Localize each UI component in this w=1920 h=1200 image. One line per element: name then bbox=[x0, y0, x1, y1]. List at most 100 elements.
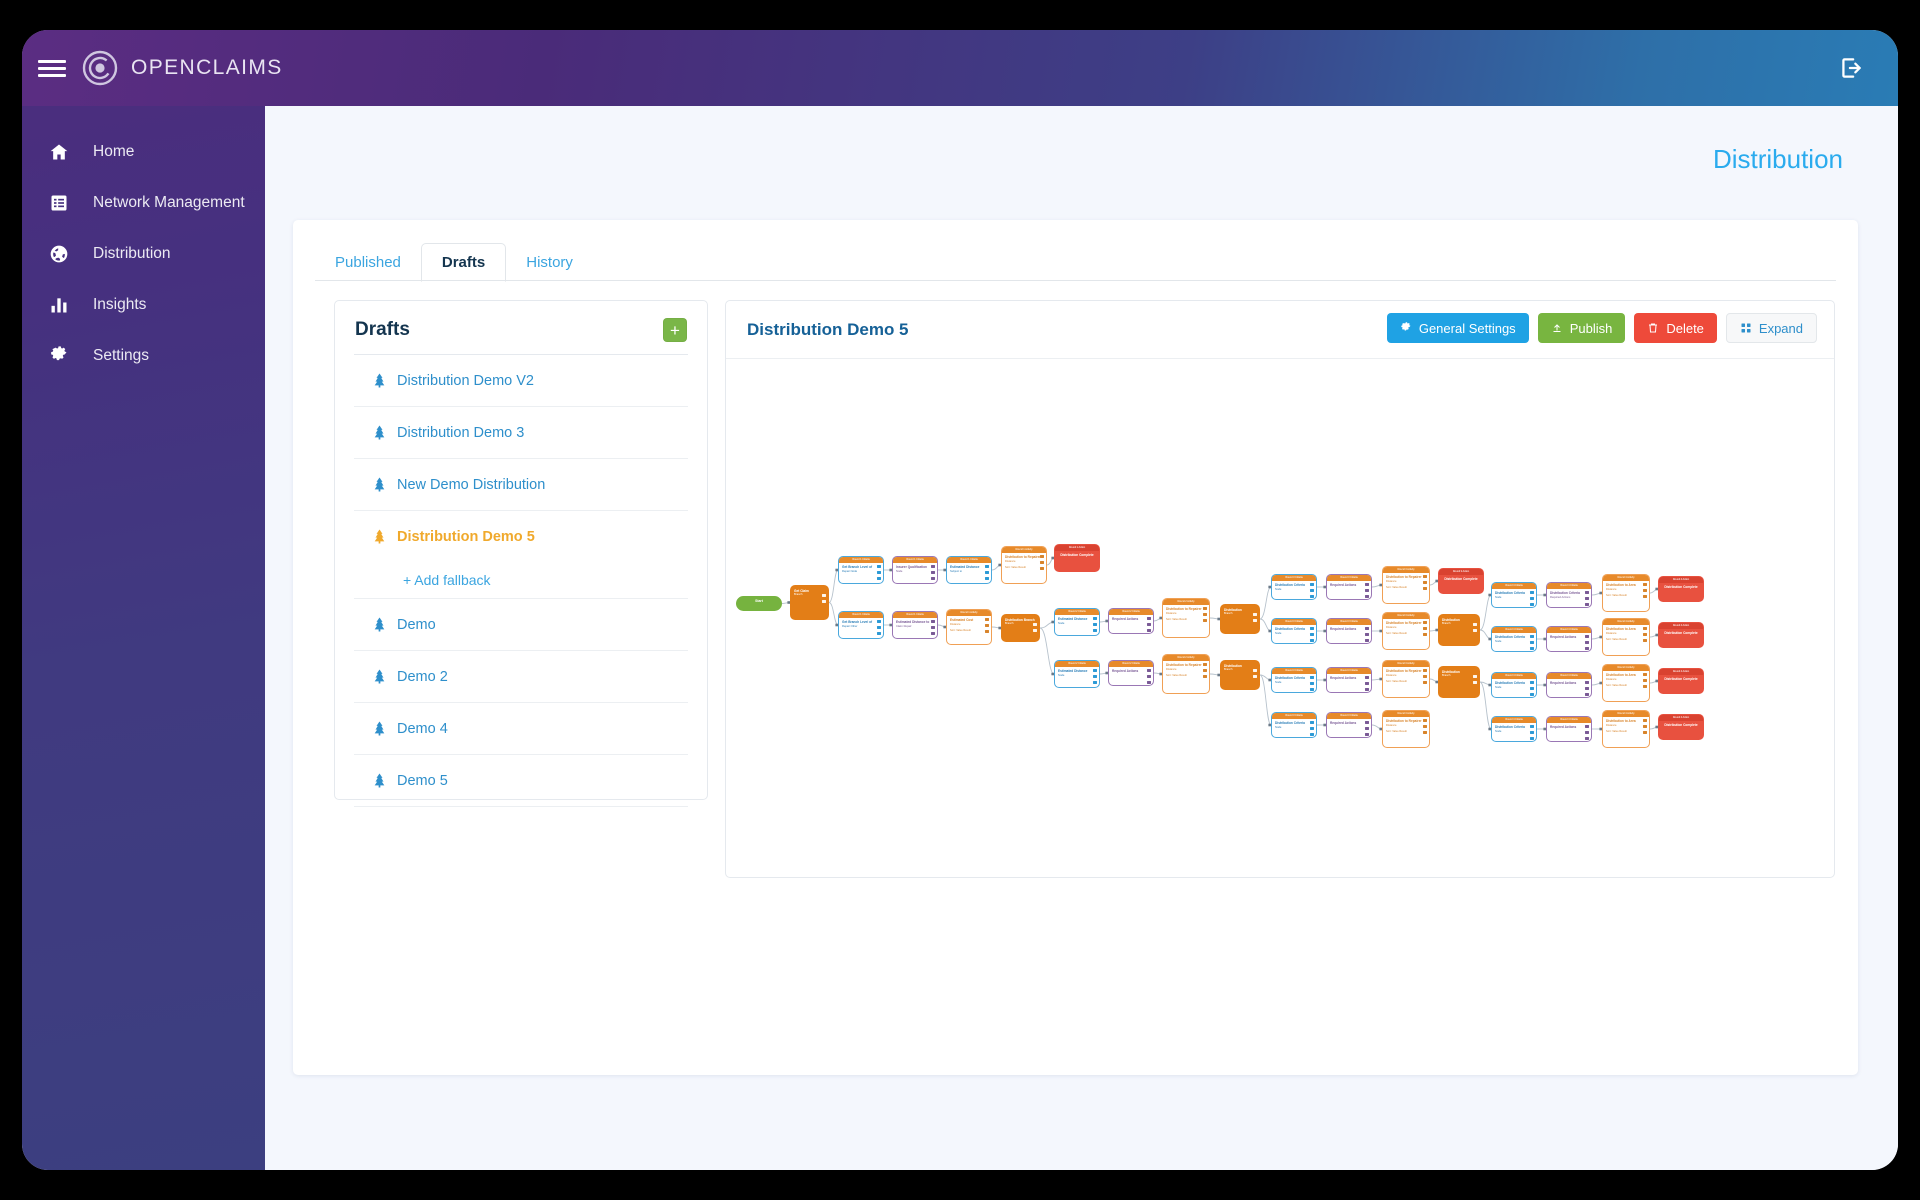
node-action-icon[interactable] bbox=[931, 570, 935, 575]
node-action-icon[interactable] bbox=[1530, 646, 1534, 651]
node-action-icon[interactable] bbox=[1585, 681, 1589, 685]
node-action-icon[interactable] bbox=[1147, 628, 1151, 633]
diagram-node[interactable]: Round 4 Criteria Required Actions bbox=[1546, 716, 1592, 742]
node-action-icons[interactable] bbox=[1040, 555, 1044, 571]
add-draft-button[interactable]: + bbox=[663, 318, 687, 342]
node-action-icons[interactable] bbox=[1530, 725, 1534, 741]
node-action-icon[interactable] bbox=[931, 576, 935, 581]
diagram-node[interactable]: Round 3 Criteria Required Actions bbox=[1326, 667, 1372, 693]
diagram-node[interactable]: Round 1 Criteria Estimated Distance Subjec… bbox=[946, 556, 992, 584]
node-action-icons[interactable] bbox=[1585, 635, 1589, 651]
node-action-icon[interactable] bbox=[1423, 580, 1427, 585]
node-action-icon[interactable] bbox=[1310, 594, 1314, 599]
tab-history[interactable]: History bbox=[506, 244, 593, 281]
node-action-icon[interactable] bbox=[1423, 680, 1427, 685]
node-action-icon[interactable] bbox=[1203, 607, 1207, 611]
node-action-icon[interactable] bbox=[1310, 681, 1314, 686]
node-action-icon[interactable] bbox=[1585, 736, 1589, 741]
node-action-icon[interactable] bbox=[1530, 596, 1534, 601]
sidebar-item-distribution[interactable]: Distribution bbox=[22, 228, 265, 279]
node-action-icons[interactable] bbox=[1203, 663, 1207, 679]
sidebar-item-home[interactable]: Home bbox=[22, 126, 265, 177]
node-action-icon[interactable] bbox=[877, 576, 881, 581]
node-action-icon[interactable] bbox=[1093, 628, 1097, 633]
diagram-node[interactable]: Round 4 Action Distribution Complete bbox=[1658, 622, 1704, 648]
node-action-icon[interactable] bbox=[877, 565, 881, 569]
node-action-icon[interactable] bbox=[1530, 686, 1534, 691]
diagram-node[interactable]: Round 4 Criteria Distribution Criteria Nod… bbox=[1491, 626, 1537, 652]
diagram-node[interactable]: Round 2 Criteria Required Actions bbox=[1108, 608, 1154, 634]
node-action-icon[interactable] bbox=[1147, 674, 1151, 679]
hamburger-icon[interactable] bbox=[38, 54, 66, 82]
node-action-icon[interactable] bbox=[1530, 602, 1534, 607]
node-action-icon[interactable] bbox=[1040, 560, 1044, 565]
node-action-icon[interactable] bbox=[1147, 680, 1151, 685]
node-action-icon[interactable] bbox=[1423, 632, 1427, 637]
tab-published[interactable]: Published bbox=[315, 244, 421, 281]
node-action-icon[interactable] bbox=[1423, 724, 1427, 729]
diagram-node[interactable]: Round 4 Action Distribution Complete bbox=[1658, 576, 1704, 602]
diagram-node[interactable]: Round 3 Criteria Required Actions bbox=[1326, 574, 1372, 600]
diagram-node[interactable]: Round 4 Activity Distribution to Area Dist… bbox=[1602, 574, 1650, 612]
node-action-icon[interactable] bbox=[985, 576, 989, 581]
diagram-node[interactable]: Round 2 Activity Distribution to Repairer… bbox=[1162, 598, 1210, 638]
node-action-icon[interactable] bbox=[1203, 674, 1207, 679]
node-action-icon[interactable] bbox=[1643, 684, 1647, 689]
node-action-icon[interactable] bbox=[1040, 555, 1044, 559]
node-action-icon[interactable] bbox=[1585, 640, 1589, 645]
draft-list-item[interactable]: Demo 4 bbox=[354, 702, 688, 754]
general-settings-button[interactable]: General Settings bbox=[1386, 313, 1529, 343]
node-action-icons[interactable] bbox=[1643, 719, 1647, 735]
diagram-node[interactable]: Round 4 Activity Distribution to Area Dist… bbox=[1602, 618, 1650, 656]
diagram-node[interactable]: Round 4 Activity Distribution to Area Dist… bbox=[1602, 664, 1650, 702]
node-action-icon[interactable] bbox=[1585, 730, 1589, 735]
diagram-node[interactable]: Round 4 Criteria Required Actions bbox=[1546, 672, 1592, 698]
node-action-icons[interactable] bbox=[1093, 617, 1097, 633]
node-action-icon[interactable] bbox=[1643, 583, 1647, 587]
node-action-icon[interactable] bbox=[1365, 588, 1369, 593]
node-action-icon[interactable] bbox=[1203, 663, 1207, 667]
node-action-icons[interactable] bbox=[1365, 627, 1369, 643]
node-action-icon[interactable] bbox=[1473, 623, 1477, 627]
node-action-icons[interactable] bbox=[1365, 583, 1369, 599]
node-action-icon[interactable] bbox=[1033, 623, 1037, 627]
node-action-icon[interactable] bbox=[1365, 732, 1369, 737]
node-action-icon[interactable] bbox=[1530, 692, 1534, 697]
draft-list-item[interactable]: Distribution Demo 5 bbox=[354, 510, 688, 562]
node-action-icon[interactable] bbox=[1423, 719, 1427, 723]
node-action-icon[interactable] bbox=[1423, 575, 1427, 579]
diagram-node[interactable]: Round 4 Criteria Required Actions bbox=[1546, 626, 1592, 652]
diagram-node[interactable]: Round 3 Criteria Distribution Criteria Nod… bbox=[1271, 574, 1317, 600]
diagram-node[interactable]: Round 1 Criteria Get Branch Level of Repai… bbox=[838, 556, 884, 584]
node-action-icon[interactable] bbox=[1253, 669, 1257, 673]
node-action-icon[interactable] bbox=[1530, 640, 1534, 645]
diagram-node[interactable]: Round 1 Criteria Get Branch Level of Repai… bbox=[838, 611, 884, 639]
node-action-icon[interactable] bbox=[931, 620, 935, 624]
node-action-icons[interactable] bbox=[1423, 621, 1427, 637]
node-action-icons[interactable] bbox=[1253, 613, 1257, 623]
node-action-icons[interactable] bbox=[1530, 681, 1534, 697]
node-action-icon[interactable] bbox=[1147, 622, 1151, 627]
node-action-icon[interactable] bbox=[1365, 721, 1369, 725]
node-action-icons[interactable] bbox=[1423, 719, 1427, 735]
node-action-icon[interactable] bbox=[1310, 632, 1314, 637]
node-action-icon[interactable] bbox=[877, 631, 881, 636]
node-action-icon[interactable] bbox=[1310, 583, 1314, 587]
logout-icon[interactable] bbox=[1838, 55, 1864, 81]
node-action-icon[interactable] bbox=[1473, 675, 1477, 679]
node-action-icon[interactable] bbox=[1423, 669, 1427, 673]
diagram-node[interactable]: Round 3 Criteria Distribution Criteria Nod… bbox=[1271, 712, 1317, 738]
node-action-icons[interactable] bbox=[877, 565, 881, 581]
node-action-icon[interactable] bbox=[1423, 626, 1427, 631]
node-action-icons[interactable] bbox=[877, 620, 881, 636]
node-action-icon[interactable] bbox=[1365, 687, 1369, 692]
node-action-icon[interactable] bbox=[822, 599, 826, 604]
diagram-node[interactable]: Round 4 Criteria Distribution Criteria Nod… bbox=[1491, 716, 1537, 742]
node-action-icon[interactable] bbox=[1093, 622, 1097, 627]
node-action-icon[interactable] bbox=[1365, 632, 1369, 637]
expand-button[interactable]: Expand bbox=[1725, 313, 1817, 343]
node-action-icons[interactable] bbox=[1310, 676, 1314, 692]
node-action-icon[interactable] bbox=[1093, 617, 1097, 621]
node-action-icon[interactable] bbox=[1310, 687, 1314, 692]
node-action-icons[interactable] bbox=[1643, 673, 1647, 689]
